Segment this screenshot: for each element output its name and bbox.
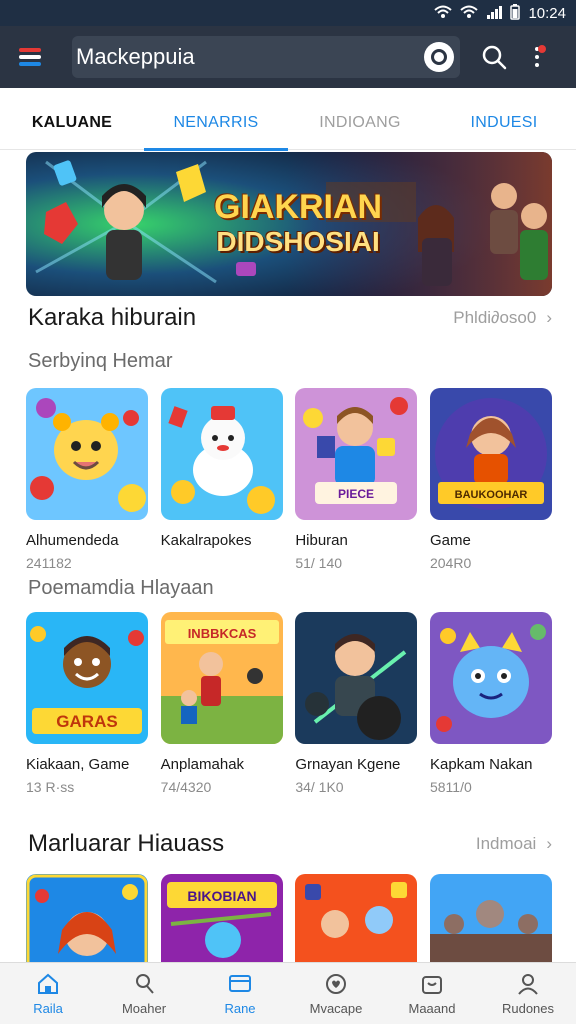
- section-header: Marluarar Hiauass Indmoai ›: [28, 830, 552, 858]
- section-more-label: Phldi∂oso0: [453, 308, 537, 327]
- tab-label: INDIOANG: [319, 114, 401, 131]
- game-meta: 5811/0: [429, 779, 472, 795]
- game-row: Alhumendeda 241182 Kakalrapokes PIECE Hi…: [26, 388, 552, 571]
- game-thumbnail: [295, 612, 418, 744]
- section-header: Karaka hiburain Phldi∂oso0 ›: [28, 304, 552, 332]
- game-thumbnail: BAUKOOHAR: [429, 388, 552, 520]
- thumbnail-label: PIECE: [338, 487, 374, 501]
- game-title: Anplamahak: [160, 756, 245, 773]
- thumbnail-label: INBBKCAS: [187, 626, 256, 641]
- search-input[interactable]: [76, 44, 424, 70]
- game-row: GARAS Kiakaan, Game 13 R·ss INBBKCAS Anp…: [26, 612, 552, 795]
- game-card[interactable]: Kapkam Nakan 5811/0: [429, 612, 552, 795]
- game-card[interactable]: BAUKOOHAR Game 204R0: [429, 388, 552, 571]
- game-meta: 13 R·ss: [26, 779, 75, 795]
- status-bar: 10:24: [0, 0, 576, 26]
- tab-induesi[interactable]: INDUESI: [432, 96, 576, 150]
- nav-moaher[interactable]: Moaher: [96, 963, 192, 1025]
- tab-label: KALUANE: [31, 114, 113, 131]
- search-bar: [72, 36, 460, 78]
- card-icon: [229, 974, 251, 992]
- heart-icon: [326, 973, 346, 994]
- section-more-link[interactable]: Indmoai ›: [476, 834, 552, 854]
- game-meta: 51/ 1­40: [295, 555, 343, 571]
- wifi-icon: [434, 5, 453, 22]
- game-title: Grnayan Kgene: [295, 756, 401, 773]
- signal-icon: [486, 5, 503, 22]
- thumbnail-label: GARAS: [56, 712, 117, 731]
- search-icon[interactable]: [474, 37, 514, 77]
- bottom-navigation: Raila Moaher Rane Mvacape Maaand Rudones: [0, 962, 576, 1024]
- banner-title-line2: DIDSHOSIAI: [216, 226, 380, 257]
- chevron-right-icon: ›: [546, 834, 552, 853]
- game-thumbnail: PIECE: [295, 388, 418, 520]
- game-title: Kiakaan, Game: [26, 756, 130, 773]
- nav-raila[interactable]: Raila: [0, 963, 96, 1025]
- game-card[interactable]: PIECE Hiburan 51/ 1­40: [295, 388, 418, 571]
- section-title: Karaka hiburain: [28, 304, 197, 331]
- banner-title-line1: GIAKRIAN: [214, 188, 383, 226]
- nav-maaand[interactable]: Maaand: [384, 963, 480, 1025]
- tab-kaluane[interactable]: KALUANE: [0, 96, 144, 150]
- game-thumbnail: [429, 612, 552, 744]
- game-meta: 241182: [26, 555, 72, 571]
- more-options-icon[interactable]: [522, 37, 552, 77]
- tab-indioang[interactable]: INDIOANG: [288, 96, 432, 150]
- menu-icon[interactable]: [12, 39, 48, 75]
- thumbnail-label: BAUKOOHAR: [455, 489, 528, 501]
- nav-label: Moaher: [121, 1000, 167, 1016]
- game-meta: 34/ 1K0: [295, 779, 344, 795]
- game-card[interactable]: INBBKCAS Anplamahak 74/4320: [160, 612, 283, 795]
- battery-icon: [510, 3, 521, 23]
- wifi-alt-icon: [460, 5, 479, 22]
- game-card[interactable]: Kakalrapokes: [160, 388, 283, 571]
- game-thumbnail: GARAS: [26, 612, 148, 744]
- game-title: Game: [429, 532, 471, 549]
- tab-nenarris[interactable]: NENARRIS: [144, 96, 288, 151]
- nav-label: Mvacape: [309, 1000, 363, 1016]
- clock: 10:24: [528, 4, 566, 22]
- subsection-title: Poemamdia Hlayaan: [28, 577, 214, 599]
- bag-icon: [422, 975, 442, 994]
- notification-badge: [538, 45, 546, 53]
- nav-rane[interactable]: Rane: [192, 963, 288, 1025]
- game-title: Kapkam Nakan: [429, 756, 533, 773]
- game-thumbnail: [160, 388, 283, 520]
- nav-label: Rane: [224, 1000, 256, 1016]
- game-meta: 204R0: [429, 555, 472, 571]
- game-title: Hiburan: [295, 532, 348, 549]
- home-icon: [38, 973, 58, 994]
- game-thumbnail: [26, 388, 148, 520]
- subsection-title: Serbyinq Hemar: [28, 350, 173, 372]
- banner-title: GIAKRIAN DIDSHOSIAI: [214, 190, 382, 256]
- featured-banner[interactable]: GIAKRIAN DIDSHOSIAI: [26, 152, 552, 296]
- app-bar: [0, 26, 576, 88]
- nav-mvacape[interactable]: Mvacape: [288, 963, 384, 1025]
- game-meta: 74/4320: [160, 779, 212, 795]
- section-more-label: Indmoai: [475, 834, 537, 853]
- tab-label: NENARRIS: [173, 114, 259, 131]
- profile-icon: [518, 973, 538, 995]
- tab-bar: KALUANE NENARRIS INDIOANG INDUESI: [0, 96, 576, 151]
- game-card[interactable]: Alhumendeda 241182: [26, 388, 148, 571]
- nav-label: Rudones: [501, 1000, 555, 1016]
- game-card[interactable]: GARAS Kiakaan, Game 13 R·ss: [26, 612, 148, 795]
- chevron-right-icon: ›: [546, 308, 552, 327]
- tab-label: INDUESI: [470, 114, 538, 131]
- game-title: Alhumendeda: [26, 532, 119, 549]
- game-thumbnail: INBBKCAS: [160, 612, 283, 744]
- nav-label: Raila: [33, 1000, 63, 1016]
- thumbnail-label: BIKOBIAN: [187, 888, 256, 904]
- lens-icon[interactable]: [424, 42, 454, 72]
- nav-label: Maaand: [408, 1000, 456, 1016]
- game-card[interactable]: Grnayan Kgene 34/ 1K0: [295, 612, 418, 795]
- game-title: Kakalrapokes: [160, 532, 252, 549]
- nav-rudones[interactable]: Rudones: [480, 963, 576, 1025]
- section-title: Marluarar Hiauass: [28, 830, 225, 857]
- section-more-link[interactable]: Phldi∂oso0 ›: [453, 308, 552, 328]
- person-icon: [136, 973, 154, 994]
